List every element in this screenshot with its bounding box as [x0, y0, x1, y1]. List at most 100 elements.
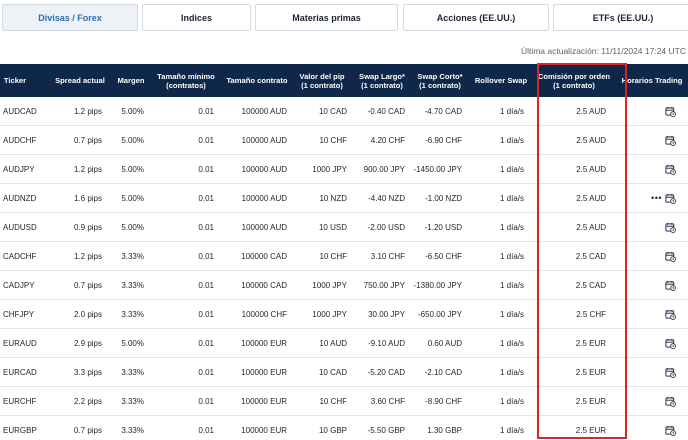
swap-short-cell: -1.20 USD: [424, 222, 462, 232]
rollover-cell: 1 día/s: [499, 222, 524, 232]
swap-short-cell: -1450.00 JPY: [413, 164, 462, 174]
ticker-cell: EURGBP: [3, 425, 37, 435]
spread-cell: 1.2 pips: [73, 251, 102, 261]
swap-long-cell: 30.00 JPY: [368, 309, 405, 319]
instruments-table: Ticker Spread actual Margen Tamaño mínimo (c…: [0, 64, 688, 440]
min-size-cell: 0.01: [198, 222, 214, 232]
swap-short-cell: -6.50 CHF: [425, 251, 462, 261]
margin-cell: 5.00%: [121, 135, 144, 145]
calendar-clock-icon[interactable]: [665, 280, 676, 291]
commission-cell: 2.5 AUD: [576, 193, 606, 203]
header-contract-size: Tamaño contrato: [222, 64, 292, 97]
tab-forex[interactable]: Divisas / Forex: [2, 4, 138, 31]
min-size-cell: 0.01: [198, 367, 214, 377]
swap-long-cell: -4.40 NZD: [368, 193, 405, 203]
rollover-cell: 1 día/s: [499, 193, 524, 203]
calendar-clock-icon[interactable]: [665, 425, 676, 436]
pip-value-cell: 1000 JPY: [312, 164, 347, 174]
spread-cell: 0.7 pips: [73, 135, 102, 145]
ticker-cell: AUDJPY: [3, 164, 35, 174]
calendar-clock-icon[interactable]: [665, 309, 676, 320]
table-row: EURAUD 2.9 pips 5.00% 0.01 100000 EUR 10 AUD -…: [0, 329, 688, 358]
rollover-cell: 1 día/s: [499, 367, 524, 377]
pip-value-cell: 10 CHF: [319, 135, 347, 145]
calendar-clock-icon[interactable]: [665, 367, 676, 378]
calendar-clock-icon[interactable]: [665, 106, 676, 117]
pip-value-cell: 10 CHF: [319, 251, 347, 261]
header-swap-long: Swap Largo* (1 contrato): [352, 64, 412, 97]
commission-cell: 2.5 AUD: [576, 164, 606, 174]
margin-cell: 5.00%: [121, 338, 144, 348]
contract-size-cell: 100000 EUR: [241, 396, 287, 406]
calendar-clock-icon[interactable]: [665, 135, 676, 146]
commission-cell: 2.5 AUD: [576, 222, 606, 232]
header-margin: Margen: [110, 64, 152, 97]
swap-long-cell: 750.00 JPY: [363, 280, 405, 290]
swap-long-cell: 3.10 CHF: [370, 251, 405, 261]
margin-cell: 3.33%: [121, 309, 144, 319]
trading-hours-cell: [612, 416, 676, 440]
min-size-cell: 0.01: [198, 164, 214, 174]
ticker-cell: AUDCHF: [3, 135, 37, 145]
trading-hours-cell: •••: [612, 184, 676, 212]
header-label: Swap Largo*: [359, 71, 405, 81]
swap-long-cell: 900.00 JPY: [363, 164, 405, 174]
calendar-clock-icon[interactable]: [665, 222, 676, 233]
calendar-clock-icon[interactable]: [665, 396, 676, 407]
calendar-clock-icon[interactable]: [665, 338, 676, 349]
trading-hours-cell: [612, 242, 676, 270]
rollover-cell: 1 día/s: [499, 338, 524, 348]
margin-cell: 3.33%: [121, 396, 144, 406]
header-trading-hours: Horarios Trading: [616, 64, 688, 97]
calendar-clock-icon[interactable]: [665, 251, 676, 262]
pip-value-cell: 10 CHF: [319, 396, 347, 406]
table-row: AUDNZD 1.6 pips 5.00% 0.01 100000 AUD 10 NZD -…: [0, 184, 688, 213]
header-sublabel: (1 contrato): [553, 80, 595, 90]
commission-cell: 2.5 AUD: [576, 106, 606, 116]
table-row: CADJPY 0.7 pips 3.33% 0.01 100000 CAD 1000 JP…: [0, 271, 688, 300]
table-body: AUDCAD 1.2 pips 5.00% 0.01 100000 AUD 10 CAD -…: [0, 97, 688, 440]
tab-us-stocks[interactable]: Acciones (EE.UU.): [403, 4, 549, 31]
swap-long-cell: 3.60 CHF: [370, 396, 405, 406]
min-size-cell: 0.01: [198, 396, 214, 406]
min-size-cell: 0.01: [198, 338, 214, 348]
margin-cell: 5.00%: [121, 106, 144, 116]
min-size-cell: 0.01: [198, 425, 214, 435]
table-row: AUDCAD 1.2 pips 5.00% 0.01 100000 AUD 10 CAD -…: [0, 97, 688, 126]
margin-cell: 5.00%: [121, 164, 144, 174]
margin-cell: 5.00%: [121, 222, 144, 232]
trading-hours-cell: [612, 155, 676, 183]
ticker-cell: AUDCAD: [3, 106, 37, 116]
swap-long-cell: -0.40 CAD: [367, 106, 405, 116]
tab-indices[interactable]: Indices: [142, 4, 251, 31]
header-label: Swap Corto*: [417, 71, 463, 81]
calendar-clock-icon[interactable]: [665, 164, 676, 175]
tab-us-etfs[interactable]: ETFs (EE.UU.): [553, 4, 688, 31]
pip-value-cell: 10 NZD: [319, 193, 347, 203]
header-label: Tamaño mínimo: [157, 71, 215, 81]
min-size-cell: 0.01: [198, 135, 214, 145]
trading-hours-cell: [612, 329, 676, 357]
ticker-cell: EURCAD: [3, 367, 37, 377]
calendar-clock-icon[interactable]: [665, 193, 676, 204]
pip-value-cell: 10 CAD: [318, 106, 347, 116]
commission-cell: 2.5 CAD: [575, 280, 606, 290]
header-sublabel: (contratos): [166, 80, 206, 90]
trading-hours-cell: [612, 271, 676, 299]
pip-value-cell: 10 CAD: [318, 367, 347, 377]
header-sublabel: (1 contrato): [361, 80, 403, 90]
rollover-cell: 1 día/s: [499, 280, 524, 290]
table-row: AUDJPY 1.2 pips 5.00% 0.01 100000 AUD 1000 JP…: [0, 155, 688, 184]
swap-short-cell: 1.30 GBP: [427, 425, 462, 435]
min-size-cell: 0.01: [198, 106, 214, 116]
ticker-cell: EURAUD: [3, 338, 37, 348]
rollover-cell: 1 día/s: [499, 396, 524, 406]
trading-hours-cell: [612, 300, 676, 328]
swap-short-cell: 0.60 AUD: [427, 338, 462, 348]
rollover-cell: 1 día/s: [499, 425, 524, 435]
spread-cell: 0.7 pips: [73, 425, 102, 435]
tab-commodities[interactable]: Materias primas: [255, 4, 398, 31]
contract-size-cell: 100000 CHF: [241, 309, 287, 319]
swap-short-cell: -1.00 NZD: [425, 193, 462, 203]
header-pip-value: Valor del pip (1 contrato): [294, 64, 350, 97]
